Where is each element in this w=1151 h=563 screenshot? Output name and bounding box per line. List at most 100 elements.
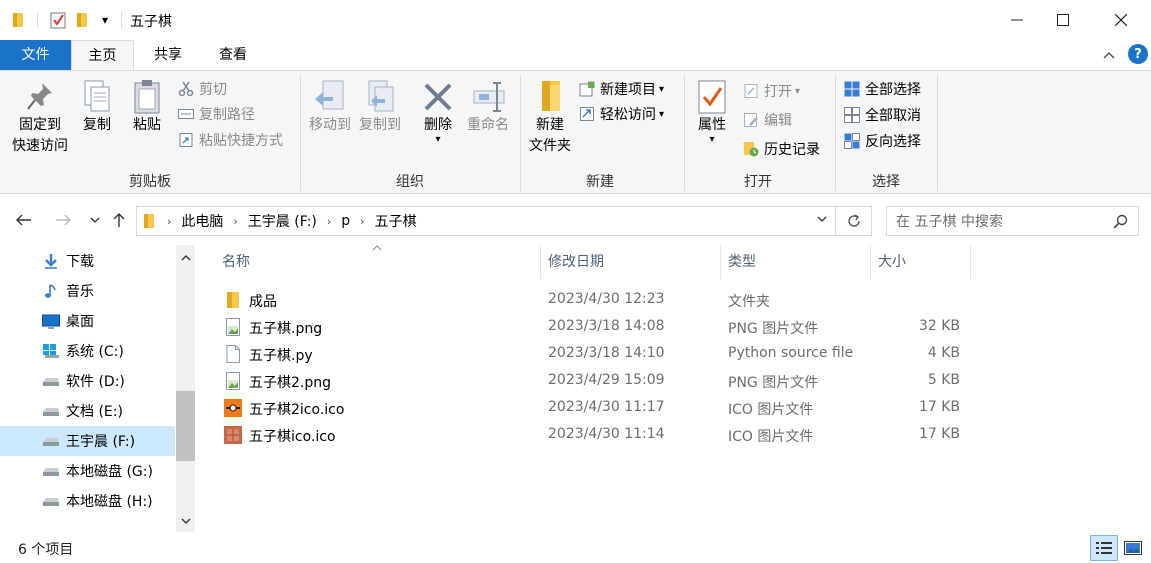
copy-path-button[interactable]: 复制路径: [178, 103, 255, 125]
nav-scrollbar-thumb[interactable]: [176, 391, 195, 461]
move-to-button[interactable]: 移动到: [304, 79, 356, 136]
refresh-button[interactable]: [836, 206, 872, 236]
drive-icon: [42, 402, 60, 420]
drive-icon: [42, 462, 60, 480]
back-button[interactable]: [13, 207, 35, 233]
recent-locations-button[interactable]: [84, 207, 106, 233]
file-row[interactable]: 五子棋.png 2023/3/18 14:08 PNG 图片文件 32 KB: [214, 314, 984, 341]
easy-access-button[interactable]: 轻松访问 ▾: [579, 103, 664, 125]
file-row[interactable]: 五子棋.py 2023/3/18 14:10 Python source fil…: [214, 341, 984, 368]
folder-icon: [224, 291, 242, 309]
customize-dropdown-icon[interactable]: ▾: [97, 11, 113, 29]
large-icons-view-icon: [1124, 541, 1142, 555]
delete-button[interactable]: 删除 ▾: [417, 79, 459, 145]
file-row[interactable]: 五子棋ico.ico 2023/4/30 11:14 ICO 图片文件 17 K…: [214, 422, 984, 449]
scroll-up-icon[interactable]: [176, 249, 195, 265]
window-title: 五子棋: [130, 14, 172, 30]
file-row[interactable]: 五子棋2.png 2023/4/29 15:09 PNG 图片文件 5 KB: [214, 368, 984, 395]
group-label-new: 新建: [586, 174, 614, 190]
edit-button[interactable]: 编辑: [743, 109, 792, 131]
help-icon[interactable]: ?: [1128, 44, 1148, 64]
properties-dropdown-icon[interactable]: ▾: [690, 135, 734, 145]
nav-scrollbar[interactable]: [176, 245, 195, 532]
forward-button[interactable]: [52, 207, 74, 233]
chevron-right-icon[interactable]: ›: [167, 215, 171, 228]
maximize-button[interactable]: [1040, 0, 1086, 40]
breadcrumb-drive-f[interactable]: 王宇晨 (F:): [248, 211, 317, 231]
status-bar: 6 个项目: [0, 532, 1151, 563]
tab-view[interactable]: 查看: [202, 40, 264, 70]
chevron-right-icon[interactable]: ›: [327, 215, 331, 228]
properties-check-icon[interactable]: [48, 11, 68, 29]
minimize-button[interactable]: [994, 0, 1040, 40]
file-row[interactable]: 成品 2023/4/30 12:23 文件夹: [214, 287, 984, 314]
select-all-button[interactable]: 全部选择: [844, 78, 921, 100]
chevron-right-icon[interactable]: ›: [360, 215, 364, 228]
windows-drive-icon: [42, 342, 60, 360]
nav-item-drive-e[interactable]: 文档 (E:): [0, 396, 175, 426]
nav-item-drive-g[interactable]: 本地磁盘 (G:): [0, 456, 175, 486]
close-button[interactable]: [1098, 0, 1144, 40]
python-file-icon: [224, 345, 242, 363]
breadcrumb-current[interactable]: 五子棋: [375, 211, 417, 231]
search-input[interactable]: 在 五子棋 中搜索: [886, 206, 1139, 236]
details-view-button[interactable]: [1090, 535, 1118, 561]
cut-button[interactable]: 剪切: [178, 78, 227, 100]
nav-item-downloads[interactable]: 下载: [0, 246, 175, 276]
column-header-size[interactable]: 大小: [878, 245, 968, 279]
address-dropdown-icon[interactable]: [817, 215, 827, 223]
tab-share[interactable]: 共享: [134, 40, 202, 70]
nav-item-drive-d[interactable]: 软件 (D:): [0, 366, 175, 396]
nav-item-music[interactable]: 音乐: [0, 276, 175, 306]
nav-item-drive-c[interactable]: 系统 (C:): [0, 336, 175, 366]
new-item-dropdown-icon: ▾: [659, 83, 665, 95]
nav-item-drive-h[interactable]: 本地磁盘 (H:): [0, 486, 175, 516]
paste-button[interactable]: 粘贴: [126, 79, 168, 136]
group-label-open: 打开: [744, 174, 772, 190]
column-header-date[interactable]: 修改日期: [548, 245, 718, 279]
rename-icon: [471, 79, 505, 113]
nav-item-desktop[interactable]: 桌面: [0, 306, 175, 336]
paste-shortcut-button[interactable]: 粘贴快捷方式: [178, 129, 283, 151]
copy-button[interactable]: 复制: [76, 79, 118, 136]
group-label-select: 选择: [872, 174, 900, 190]
folder-icon: [143, 213, 157, 229]
file-row[interactable]: 五子棋2ico.ico 2023/4/30 11:17 ICO 图片文件 17 …: [214, 395, 984, 422]
column-header-name[interactable]: 名称: [222, 245, 538, 279]
chevron-right-icon[interactable]: ›: [233, 215, 237, 228]
properties-button[interactable]: 属性 ▾: [690, 79, 734, 145]
scroll-down-icon[interactable]: [176, 513, 195, 529]
address-bar[interactable]: › 此电脑 › 王宇晨 (F:) › p › 五子棋: [136, 206, 836, 236]
new-item-button[interactable]: 新建项目 ▾: [579, 78, 664, 100]
new-item-icon: [579, 81, 595, 97]
tab-home[interactable]: 主页: [71, 40, 134, 71]
delete-dropdown-icon[interactable]: ▾: [417, 135, 459, 145]
new-folder-icon[interactable]: [74, 11, 90, 29]
invert-selection-button[interactable]: 反向选择: [844, 130, 921, 152]
history-button[interactable]: 历史记录: [743, 138, 820, 160]
history-icon: [743, 141, 759, 157]
collapse-ribbon-icon[interactable]: [1100, 46, 1118, 64]
select-none-button[interactable]: 全部取消: [844, 104, 921, 126]
search-icon[interactable]: [1113, 214, 1128, 229]
breadcrumb-this-pc[interactable]: 此电脑: [181, 211, 223, 231]
pin-to-quick-access-button[interactable]: 固定到 快速访问: [6, 79, 74, 157]
nav-item-drive-f[interactable]: 王宇晨 (F:): [0, 426, 175, 456]
easy-access-dropdown-icon: ▾: [659, 108, 665, 120]
rename-button[interactable]: 重命名: [462, 79, 514, 136]
tab-file[interactable]: 文件: [0, 40, 71, 70]
breadcrumb-p[interactable]: p: [341, 213, 350, 229]
download-icon: [42, 252, 60, 270]
select-none-icon: [844, 107, 860, 123]
new-folder-button[interactable]: 新建 文件夹: [524, 79, 576, 157]
music-icon: [42, 282, 60, 300]
column-header-type[interactable]: 类型: [728, 245, 868, 279]
up-button[interactable]: [108, 207, 130, 233]
open-button[interactable]: 打开 ▾: [743, 80, 800, 102]
large-icons-view-button[interactable]: [1122, 538, 1144, 558]
item-count: 6 个项目: [18, 542, 74, 558]
file-list: 名称 修改日期 类型 大小 成品 2023/4/30 12:23 文件夹 五子棋…: [196, 245, 1151, 532]
edit-pencil-icon: [743, 112, 759, 128]
copy-icon: [81, 79, 113, 113]
copy-to-button[interactable]: 复制到: [354, 79, 406, 136]
